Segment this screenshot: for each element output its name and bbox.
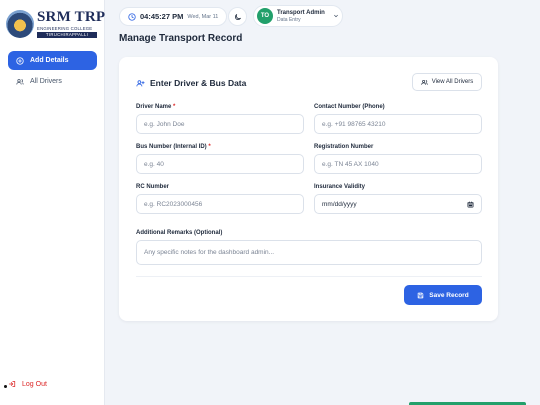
logo-subtitle: ENGINEERING COLLEGE [37, 26, 93, 31]
sidebar-item-all-drivers[interactable]: All Drivers [8, 72, 97, 91]
view-all-drivers-button[interactable]: View All Drivers [412, 73, 482, 91]
users-icon [16, 78, 24, 86]
logout-icon [8, 380, 16, 388]
plus-circle-icon [16, 56, 24, 65]
remarks-textarea[interactable]: Any specific notes for the dashboard adm… [136, 240, 482, 265]
avatar: TO [257, 8, 273, 24]
list-bullet [4, 385, 7, 388]
user-plus-icon [136, 79, 145, 88]
clock-icon [128, 12, 136, 21]
user-name: Transport Admin [277, 9, 325, 16]
contact-number-label: Contact Number (Phone) [314, 104, 385, 110]
bus-number-label: Bus Number (Internal ID) * [136, 144, 211, 150]
chevron-down-icon [333, 13, 339, 19]
sidebar-item-label: All Drivers [30, 78, 62, 85]
moon-icon [234, 13, 242, 21]
view-all-drivers-label: View All Drivers [431, 79, 474, 85]
college-logo: SRM TRP ENGINEERING COLLEGE TIRUCHIRAPPA… [6, 8, 105, 42]
sidebar: SRM TRP ENGINEERING COLLEGE TIRUCHIRAPPA… [0, 0, 105, 405]
rc-number-input[interactable]: e.g. RC2023000456 [136, 194, 304, 214]
form-heading: Enter Driver & Bus Data [136, 78, 246, 88]
driver-bus-form-card: Enter Driver & Bus Data View All Drivers… [119, 57, 498, 321]
save-record-label: Save Record [429, 291, 469, 299]
bus-number-input[interactable]: e.g. 40 [136, 154, 304, 174]
divider [136, 276, 482, 277]
logout-button[interactable]: Log Out [8, 380, 47, 388]
rc-number-label: RC Number [136, 184, 170, 190]
clock-widget: 04:45:27 PM Wed, Mar 11 [119, 7, 228, 26]
current-time: 04:45:27 PM [140, 12, 184, 21]
insurance-validity-label: Insurance Validity [314, 184, 366, 190]
users-icon [421, 79, 428, 86]
logout-label: Log Out [22, 380, 47, 388]
save-icon [417, 292, 424, 299]
user-role: Data Entry [277, 16, 301, 23]
emblem-icon [6, 10, 34, 38]
sidebar-item-add-details[interactable]: Add Details [8, 51, 97, 70]
theme-toggle-button[interactable] [228, 7, 247, 26]
page-title: Manage Transport Record [119, 33, 243, 44]
insurance-validity-input[interactable]: mm/dd/yyyy [314, 194, 482, 214]
registration-number-input[interactable]: e.g. TN 45 AX 1040 [314, 154, 482, 174]
driver-name-label: Driver Name * [136, 104, 176, 110]
logo-location: TIRUCHIRAPPALLI [37, 32, 97, 38]
logo-name: SRM TRP [37, 9, 106, 25]
contact-number-input[interactable]: e.g. +91 98765 43210 [314, 114, 482, 134]
form-heading-text: Enter Driver & Bus Data [150, 78, 247, 88]
calendar-icon[interactable] [467, 201, 474, 208]
user-info: Transport Admin Data Entry [277, 10, 325, 23]
date-value: mm/dd/yyyy [322, 200, 357, 208]
remarks-label: Additional Remarks (Optional) [136, 230, 223, 236]
sidebar-item-label: Add Details [30, 57, 69, 64]
save-record-button[interactable]: Save Record [404, 285, 482, 305]
current-date: Wed, Mar 11 [187, 13, 219, 20]
registration-number-label: Registration Number [314, 144, 374, 150]
user-menu[interactable]: TO Transport Admin Data Entry [253, 5, 343, 27]
driver-name-input[interactable]: e.g. John Doe [136, 114, 304, 134]
